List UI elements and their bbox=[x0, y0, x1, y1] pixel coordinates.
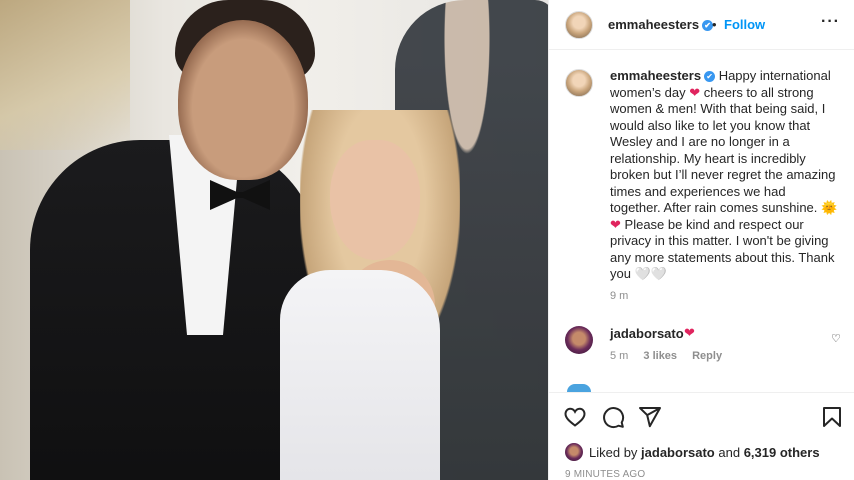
man-head bbox=[178, 20, 308, 180]
backdrop-gold bbox=[0, 0, 130, 150]
comment-heart-emoji-icon: ❤ bbox=[684, 325, 695, 340]
post-actions bbox=[549, 392, 854, 438]
heart-emoji-icon: ❤ bbox=[610, 216, 621, 232]
comment-icon[interactable] bbox=[601, 405, 625, 429]
post-caption: emmaheesters ✔ Happy international women’… bbox=[610, 68, 838, 283]
liker-username[interactable]: jadaborsato bbox=[641, 445, 715, 460]
post-sidebar: emmaheesters ✔ • Follow ··· emmaheesters ✔… bbox=[548, 0, 854, 480]
comment-avatar[interactable] bbox=[565, 326, 593, 354]
liker-avatar[interactable] bbox=[565, 443, 583, 461]
sun-emoji-icon: 🌞 bbox=[821, 200, 838, 215]
author-avatar[interactable] bbox=[565, 11, 593, 39]
caption-username[interactable]: emmaheesters bbox=[610, 68, 701, 83]
comment-username[interactable]: jadaborsato bbox=[610, 326, 684, 341]
woman-face bbox=[330, 140, 420, 260]
woman-dress bbox=[280, 270, 440, 480]
comment-meta: 5 m 3 likes Reply bbox=[610, 350, 734, 362]
follow-button[interactable]: Follow bbox=[724, 17, 765, 32]
likes-and: and bbox=[718, 445, 741, 460]
likes-summary: Liked by jadaborsato and 6,319 others bbox=[565, 443, 820, 461]
comment-reply-button[interactable]: Reply bbox=[692, 350, 722, 362]
white-heart-emoji-icon: 🤍🤍 bbox=[634, 266, 667, 281]
bookmark-icon[interactable] bbox=[820, 405, 844, 429]
share-icon[interactable] bbox=[638, 405, 662, 429]
separator-dot: • bbox=[712, 17, 717, 32]
next-comment-avatar bbox=[567, 384, 591, 392]
post-header: emmaheesters ✔ • Follow ··· bbox=[549, 0, 854, 50]
comment-like-icon[interactable]: ♡ bbox=[831, 332, 841, 345]
verified-badge-icon: ✔ bbox=[704, 71, 716, 82]
caption-text-2: cheers to all strong women & men! With t… bbox=[610, 84, 836, 216]
likes-others[interactable]: 6,319 others bbox=[744, 445, 820, 460]
comment-likes[interactable]: 3 likes bbox=[643, 350, 677, 362]
caption-avatar[interactable] bbox=[565, 69, 593, 97]
post-photo[interactable] bbox=[0, 0, 548, 480]
likes-prefix: Liked by bbox=[589, 445, 638, 460]
author-username[interactable]: emmaheesters ✔ bbox=[608, 17, 714, 32]
more-options-icon[interactable]: ··· bbox=[821, 13, 840, 31]
post-timestamp[interactable]: 9 MINUTES AGO bbox=[565, 469, 645, 480]
heart-emoji-icon: ❤ bbox=[689, 84, 701, 100]
author-username-text[interactable]: emmaheesters bbox=[608, 17, 699, 32]
comment-time[interactable]: 5 m bbox=[610, 350, 628, 362]
caption-time[interactable]: 9 m bbox=[610, 290, 628, 302]
like-icon[interactable] bbox=[563, 405, 587, 429]
